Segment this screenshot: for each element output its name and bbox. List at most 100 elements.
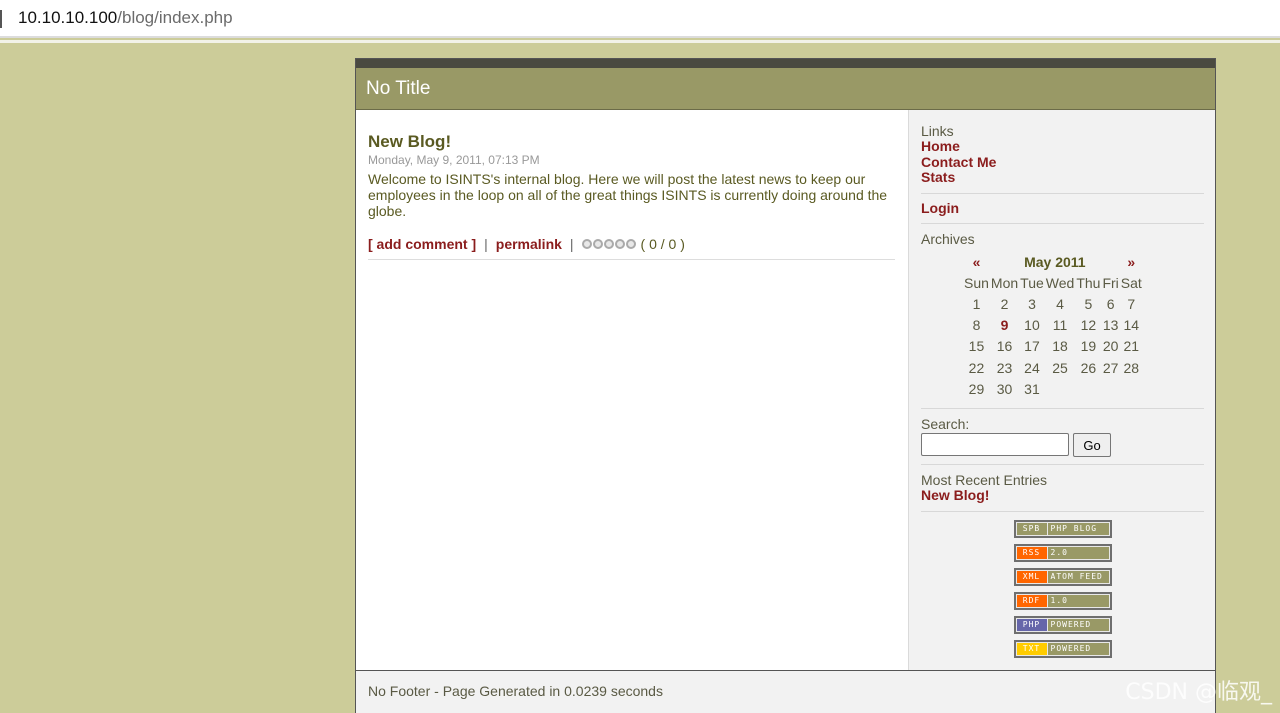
calendar-month: May 2011 xyxy=(1024,253,1086,270)
calendar-week: 8 9 10 11 12 13 14 xyxy=(963,315,1143,336)
url-path: /blog/index.php xyxy=(117,8,233,27)
add-comment-link[interactable]: [ add comment ] xyxy=(368,235,476,253)
badge-left: PHP xyxy=(1016,618,1047,631)
calendar-day: 14 xyxy=(1123,317,1140,334)
weekday-label: Sun xyxy=(964,274,989,291)
calendar-next-month[interactable]: » xyxy=(1120,251,1143,272)
badge-rdf[interactable]: RDF 1.0 xyxy=(1013,591,1112,610)
badge-php-powered[interactable]: PHP POWERED xyxy=(1013,615,1112,634)
calendar-day xyxy=(1120,378,1143,399)
address-bar[interactable]: 10.10.10.100/blog/index.php xyxy=(0,0,1280,38)
badge-spb-php-blog[interactable]: SPB PHP BLOG xyxy=(1013,519,1112,538)
search-form: Go xyxy=(921,433,1204,458)
calendar-day: 2 xyxy=(1000,295,1009,312)
recent-entry-link[interactable]: New Blog! xyxy=(921,488,1204,504)
url-text[interactable]: 10.10.10.100/blog/index.php xyxy=(18,7,233,29)
badge-rss[interactable]: RSS 2.0 xyxy=(1013,543,1112,562)
badge-left: RSS xyxy=(1016,546,1047,559)
rating-star-icon[interactable] xyxy=(581,239,592,249)
entry-footer: [ add comment ] | permalink | ( 0 / 0 ) xyxy=(368,235,895,260)
permalink-link[interactable]: permalink xyxy=(496,235,562,253)
calendar-day: 24 xyxy=(1024,359,1040,376)
watermark: CSDN @临观_ xyxy=(1125,680,1272,705)
rating-star-icon[interactable] xyxy=(592,239,603,249)
calendar-day: 23 xyxy=(996,359,1013,376)
divider xyxy=(921,464,1204,466)
badge-list: SPB PHP BLOG RSS 2.0 XML ATOM FEED RDF 1.0 P… xyxy=(921,519,1204,658)
calendar-day: 5 xyxy=(1084,295,1093,312)
badge-left: TXT xyxy=(1016,642,1047,655)
calendar-day: 7 xyxy=(1127,295,1136,312)
weekday-label: Tue xyxy=(1020,274,1044,291)
entry-title: New Blog! xyxy=(368,132,452,151)
sidebar-link-home[interactable]: Home xyxy=(921,138,1204,155)
weekday-label: Mon xyxy=(990,274,1019,291)
search-label: Search: xyxy=(921,416,970,433)
rating-stars[interactable] xyxy=(581,239,636,249)
calendar-day: 19 xyxy=(1080,338,1097,355)
separator: | xyxy=(484,236,488,252)
sidebar-link-stats[interactable]: Stats xyxy=(921,169,1204,186)
calendar-day: 25 xyxy=(1052,359,1068,376)
calendar-day: 8 xyxy=(972,317,981,334)
weekday-label: Wed xyxy=(1045,274,1075,291)
badge-left: XML xyxy=(1016,570,1047,583)
weekday-label: Sat xyxy=(1120,274,1142,291)
sidebar-link-contact[interactable]: Contact Me xyxy=(921,154,1204,171)
calendar-prev-month[interactable]: « xyxy=(963,251,990,272)
search-input[interactable] xyxy=(921,433,1069,457)
calendar-day: 26 xyxy=(1080,359,1097,376)
calendar-day: 22 xyxy=(968,359,985,376)
badge-right: 2.0 xyxy=(1047,546,1109,559)
archives-heading: Archives xyxy=(921,231,975,247)
badge-atom-feed[interactable]: XML ATOM FEED xyxy=(1013,567,1112,586)
url-host: 10.10.10.100 xyxy=(18,8,118,27)
badge-right: POWERED xyxy=(1047,618,1109,631)
calendar-day: 17 xyxy=(1024,338,1040,355)
badge-txt-powered[interactable]: TXT POWERED xyxy=(1013,639,1112,658)
calendar-day: 13 xyxy=(1102,317,1119,334)
calendar-day: 4 xyxy=(1056,295,1064,312)
calendar-day xyxy=(1101,378,1119,399)
search-go-button[interactable]: Go xyxy=(1073,433,1111,458)
calendar-day: 30 xyxy=(996,380,1013,397)
calendar-day xyxy=(1075,378,1101,399)
calendar-day: 21 xyxy=(1123,338,1140,355)
blog-entry: New Blog! Monday, May 9, 2011, 07:13 PM … xyxy=(368,132,895,260)
badge-left: RDF xyxy=(1016,594,1047,607)
calendar-day: 11 xyxy=(1052,317,1068,334)
calendar-day: 3 xyxy=(1028,295,1036,312)
recent-entries-heading: Most Recent Entries xyxy=(921,472,1048,489)
blog-container: No Title New Blog! Monday, May 9, 2011, … xyxy=(355,58,1216,713)
badge-right: PHP BLOG xyxy=(1047,522,1109,535)
calendar-day: 31 xyxy=(1024,380,1040,397)
calendar-weekdays: Sun Mon Tue Wed Thu Fri Sat xyxy=(963,272,1143,293)
rating-star-icon[interactable] xyxy=(603,239,614,249)
calendar-week: 29 30 31 xyxy=(963,378,1143,399)
divider xyxy=(921,192,1204,194)
calendar-day: 12 xyxy=(1080,317,1097,334)
rating-star-icon[interactable] xyxy=(625,239,636,249)
login-link[interactable]: Login xyxy=(921,200,1204,217)
calendar-day: 28 xyxy=(1123,359,1140,376)
blog-footer: No Footer - Page Generated in 0.0239 sec… xyxy=(356,670,1215,713)
entry-body: Welcome to ISINTS's internal blog. Here … xyxy=(368,171,888,219)
main-content: New Blog! Monday, May 9, 2011, 07:13 PM … xyxy=(356,110,908,670)
calendar-day: 1 xyxy=(972,295,981,312)
badge-right: 1.0 xyxy=(1047,594,1109,607)
text-cursor xyxy=(0,10,2,28)
calendar-day: 15 xyxy=(968,338,985,355)
separator: | xyxy=(569,236,574,252)
calendar-day-with-entry[interactable]: 9 xyxy=(990,315,1019,336)
weekday-label: Fri xyxy=(1102,274,1119,291)
calendar-day: 18 xyxy=(1052,338,1068,355)
calendar-day: 10 xyxy=(1024,317,1040,334)
badge-right: ATOM FEED xyxy=(1047,570,1109,583)
top-bar xyxy=(356,59,1215,68)
weekday-label: Thu xyxy=(1076,274,1101,291)
rating-star-icon[interactable] xyxy=(614,239,625,249)
calendar-week: 15 16 17 18 19 20 21 xyxy=(963,336,1143,357)
divider xyxy=(921,408,1204,410)
divider xyxy=(921,223,1204,224)
badge-left: SPB xyxy=(1016,522,1047,535)
